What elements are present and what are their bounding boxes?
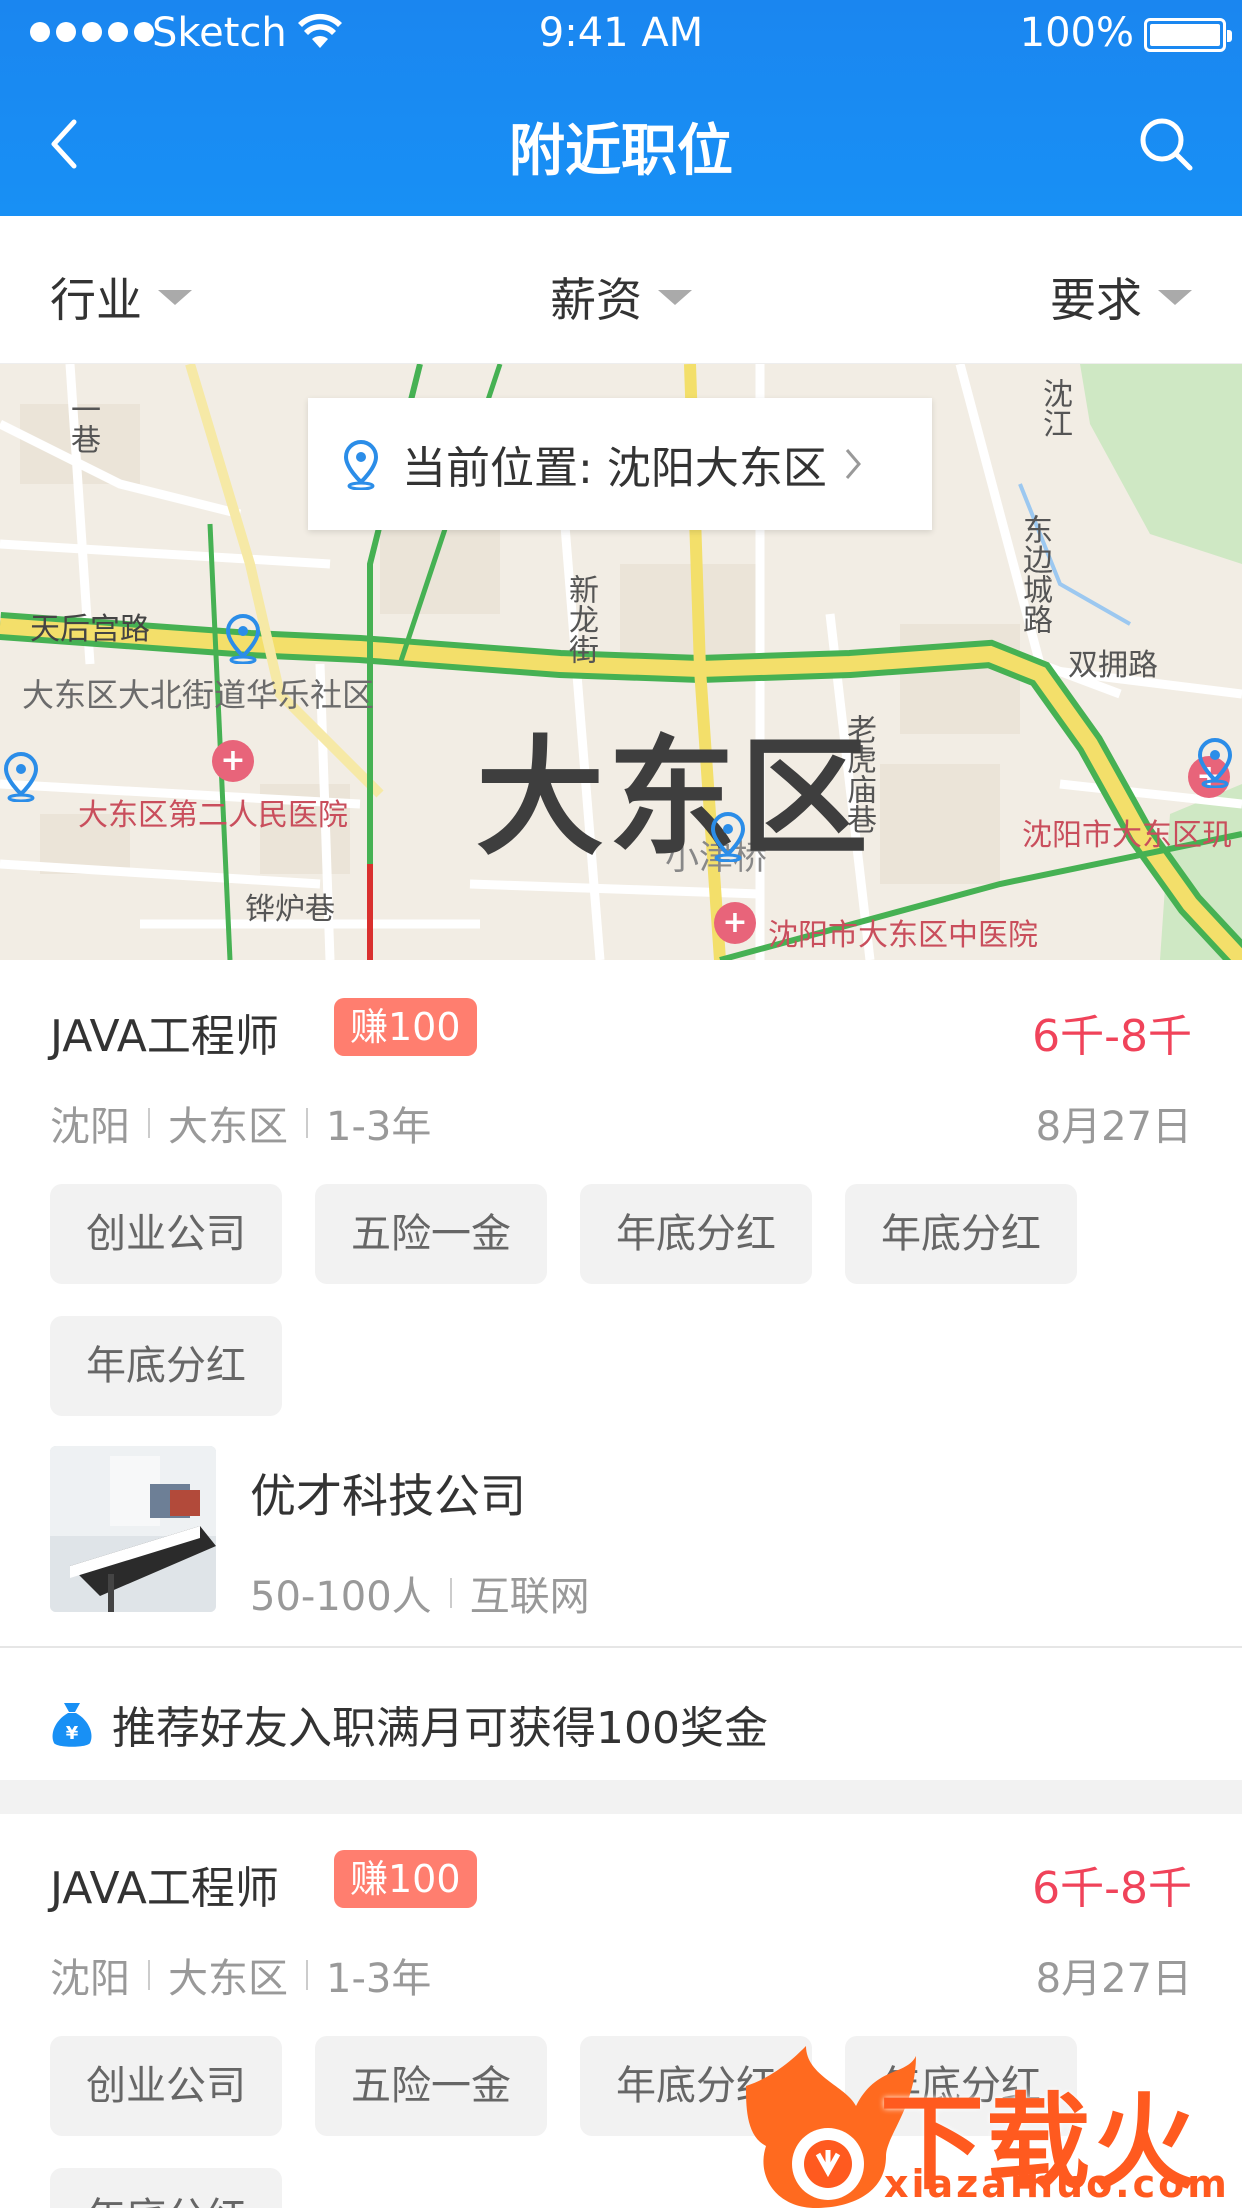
map-label-road: 双拥路 bbox=[1068, 648, 1158, 683]
company-logo[interactable] bbox=[50, 1446, 216, 1612]
battery-percent: 100% bbox=[1019, 10, 1134, 56]
map-label-lane: 铧炉巷 bbox=[245, 892, 335, 927]
filter-label: 要求 bbox=[1050, 273, 1142, 327]
filter-label: 薪资 bbox=[550, 273, 642, 327]
map-label-lane: 一巷 bbox=[65, 394, 100, 454]
company-name[interactable]: 优才科技公司 bbox=[250, 1460, 526, 1526]
filter-industry[interactable]: 行业 bbox=[50, 264, 192, 330]
filter-requirement[interactable]: 要求 bbox=[1050, 264, 1192, 330]
job-title: JAVA工程师 bbox=[50, 1011, 279, 1062]
job-city: 沈阳 bbox=[50, 1104, 130, 1150]
filter-label: 行业 bbox=[50, 273, 142, 327]
map-label-hospital: 沈阳市大东区中医院 bbox=[768, 918, 1038, 953]
map-label-road: 天后宫路 bbox=[30, 612, 150, 647]
job-city: 沈阳 bbox=[50, 1956, 130, 2002]
referral-banner[interactable]: ¥ 推荐好友入职满月可获得100奖金 bbox=[50, 1692, 768, 1756]
map-pin-icon[interactable] bbox=[222, 612, 264, 664]
job-tag: 创业公司 bbox=[50, 1184, 282, 1284]
current-location-card[interactable]: 当前位置: 沈阳大东区 bbox=[308, 398, 932, 530]
job-tag: 年底分红 bbox=[50, 1316, 282, 1416]
job-meta: 沈阳 大东区 1-3年 bbox=[50, 1094, 431, 1152]
referral-text: 推荐好友入职满月可获得100奖金 bbox=[112, 1703, 768, 1754]
job-district: 大东区 bbox=[168, 1956, 288, 2002]
chevron-right-icon bbox=[845, 449, 861, 479]
map-label-subdistrict: 大东区大北街道华乐社区 bbox=[22, 676, 375, 714]
battery-icon bbox=[1144, 18, 1232, 52]
status-bar: Sketch 9:41 AM 100% bbox=[0, 0, 1242, 66]
map-district-label: 大东区 bbox=[476, 724, 873, 873]
map-pin-icon[interactable] bbox=[1194, 736, 1236, 788]
map-pin-icon[interactable] bbox=[0, 750, 42, 802]
job-date: 8月27日 bbox=[1035, 1104, 1192, 1150]
svg-text:¥: ¥ bbox=[66, 1723, 79, 1744]
map-view[interactable]: 天后宫路 大东区大北街道华乐社区 大东区第二人民医院 小津桥 新龙街 双拥路 东… bbox=[0, 364, 1242, 960]
watermark-url: xiazaihuo.com bbox=[884, 2162, 1230, 2206]
map-label-hospital: 大东区第二人民医院 bbox=[78, 798, 348, 833]
search-icon[interactable] bbox=[1134, 112, 1198, 176]
reward-badge: 赚100 bbox=[334, 998, 477, 1056]
filter-bar: 行业 薪资 要求 bbox=[0, 216, 1242, 364]
job-tag: 五险一金 bbox=[315, 1184, 547, 1284]
job-salary: 6千-8千 bbox=[1032, 1863, 1192, 1914]
section-gap bbox=[0, 1780, 1242, 1814]
job-tag: 年底分红 bbox=[845, 1184, 1077, 1284]
nav-bar: 附近职位 bbox=[0, 96, 1242, 192]
reward-badge: 赚100 bbox=[334, 1850, 477, 1908]
caret-down-icon bbox=[658, 289, 692, 305]
map-label-road: 沈江 bbox=[1037, 378, 1072, 438]
header: Sketch 9:41 AM 100% 附近职位 bbox=[0, 0, 1242, 216]
job-date: 8月27日 bbox=[1035, 1956, 1192, 2002]
location-value: 沈阳大东区 bbox=[606, 443, 827, 494]
caret-down-icon bbox=[1158, 289, 1192, 305]
map-label-road: 东边城路 bbox=[1017, 514, 1052, 634]
hospital-icon[interactable]: + bbox=[714, 902, 756, 944]
map-pin-icon[interactable] bbox=[707, 810, 749, 862]
hospital-icon[interactable]: + bbox=[212, 740, 254, 782]
job-experience: 1-3年 bbox=[326, 1956, 432, 2002]
job-card[interactable]: JAVA工程师 赚100 6千-8千 沈阳 大东区 1-3年 8月27日 创业公… bbox=[0, 960, 1242, 1780]
job-salary: 6千-8千 bbox=[1032, 1011, 1192, 1062]
job-title: JAVA工程师 bbox=[50, 1863, 279, 1914]
company-industry: 互联网 bbox=[469, 1574, 590, 1620]
divider bbox=[0, 1646, 1242, 1648]
page-title: 附近职位 bbox=[509, 119, 733, 184]
company-meta: 50-100人 互联网 bbox=[250, 1564, 590, 1622]
job-tag: 创业公司 bbox=[50, 2036, 282, 2136]
company-size: 50-100人 bbox=[250, 1574, 432, 1620]
job-tag: 年底分红 bbox=[580, 1184, 812, 1284]
job-tag: 五险一金 bbox=[315, 2036, 547, 2136]
map-label-street: 新龙街 bbox=[563, 574, 598, 664]
location-prefix: 当前位置: bbox=[402, 443, 593, 494]
job-tag: 年底分红 bbox=[50, 2168, 282, 2208]
money-bag-icon: ¥ bbox=[52, 1703, 92, 1747]
location-pin-icon bbox=[343, 439, 379, 490]
filter-salary[interactable]: 薪资 bbox=[550, 264, 692, 330]
job-experience: 1-3年 bbox=[326, 1104, 432, 1150]
caret-down-icon bbox=[158, 289, 192, 305]
map-label-hospital: 沈阳市大东区玑 bbox=[1022, 818, 1232, 853]
job-meta: 沈阳 大东区 1-3年 bbox=[50, 1946, 431, 2004]
job-district: 大东区 bbox=[168, 1104, 288, 1150]
